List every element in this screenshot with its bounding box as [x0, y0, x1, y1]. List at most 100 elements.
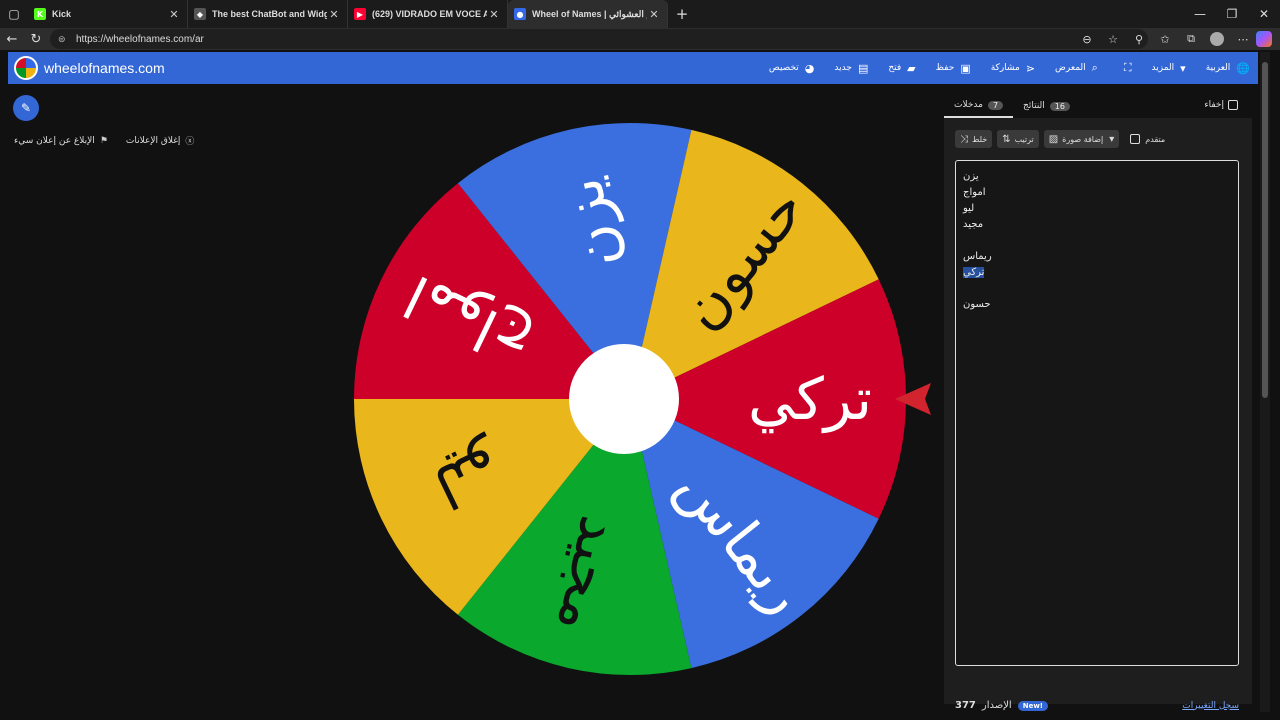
advanced-checkbox-box[interactable]	[1130, 134, 1141, 144]
nav-language-label: العربية	[1205, 63, 1231, 73]
site-info-icon[interactable]: ⊜	[58, 34, 72, 45]
nav-share[interactable]: ⋖ مشاركة	[991, 62, 1035, 75]
browser-tab[interactable]: ◆ The best ChatBot and Widgets for✕	[188, 0, 348, 28]
window-menu-icon[interactable]: ▢	[0, 0, 28, 28]
back-icon[interactable]: ←	[0, 28, 24, 50]
tab-entries[interactable]: مدخلات 7	[944, 94, 1014, 118]
page-scrollbar-thumb[interactable]	[1262, 62, 1268, 398]
tab-favicon-icon: ●	[514, 8, 526, 20]
panel-footer: 377 الإصدار New! سجل التغييرات	[955, 700, 1239, 711]
tab-close-icon[interactable]: ✕	[167, 8, 181, 21]
wheel-svg[interactable]: تركيريماسمجيدليوامواجيزن حسون	[354, 123, 906, 675]
tabs-container: KKick✕◆The best ChatBot and Widgets for✕…	[28, 0, 668, 28]
profile-avatar[interactable]	[1210, 32, 1224, 46]
favorites-icon[interactable]: ✩	[1152, 33, 1178, 46]
shuffle-label: خلط	[972, 134, 988, 144]
tab-favicon-icon: ◆	[194, 8, 206, 20]
browser-tab[interactable]: K Kick ✕	[28, 0, 188, 28]
nav-gallery[interactable]: ⌕ المعرض	[1055, 61, 1098, 75]
pointer-shape	[895, 383, 931, 415]
copilot-icon[interactable]	[1256, 31, 1272, 47]
minimize-icon[interactable]: —	[1184, 0, 1216, 28]
nav-language[interactable]: 🌐 العربية	[1206, 62, 1250, 75]
wheel[interactable]: تركي ريماس مجيد ليو امواج يزن حسون	[354, 123, 906, 675]
browser-toolbar-right: ⊖ ☆ ⚲ ✩ ⧉ ⋯	[1074, 28, 1272, 50]
tab-title: The best ChatBot and Widgets for	[212, 9, 327, 19]
advanced-label: متقدم	[1145, 134, 1166, 144]
save-icon: ▣	[960, 61, 971, 75]
site-navbar: wheelofnames.com 🌐 العربية ▾ المزيد ⛶ ⌕ المعرض…	[8, 52, 1258, 84]
nav-more[interactable]: ▾ المزيد	[1152, 62, 1186, 75]
entry-line	[963, 235, 1231, 251]
site-logo[interactable]: wheelofnames.com	[14, 56, 165, 80]
entry-line: يزن	[963, 171, 1231, 187]
tab-title: Kick	[52, 9, 72, 19]
version-info: 377 الإصدار New!	[955, 700, 1048, 711]
entries-textarea[interactable]: يزن امواج ليو مجيد ريماس تركي حسون	[955, 160, 1239, 666]
close-ads-label: إغلاق الإعلانات	[125, 135, 181, 146]
entry-text: ريماس	[963, 251, 992, 262]
wheel-center-hub[interactable]	[569, 344, 679, 454]
changelog-link[interactable]: سجل التغييرات	[1182, 701, 1239, 711]
sort-icon: ⇅	[1002, 133, 1011, 145]
url-field[interactable]: ⊜ https://wheelofnames.com/ar	[50, 29, 1148, 49]
add-image-button[interactable]: ▨ إضافة صورة ▾	[1043, 130, 1120, 148]
version-number: 377	[955, 700, 976, 711]
wheel-segment-label: تركي	[748, 365, 872, 434]
tab-close-icon[interactable]: ✕	[487, 8, 501, 21]
edit-pencil-button[interactable]: ✎	[13, 95, 39, 121]
hide-checkbox-box[interactable]	[1228, 100, 1238, 110]
reload-icon[interactable]: ↻	[24, 28, 48, 50]
tab-entries-label: مدخلات	[954, 100, 983, 110]
favorite-star-icon[interactable]: ☆	[1100, 33, 1126, 46]
close-window-icon[interactable]: ✕	[1248, 0, 1280, 28]
tab-close-icon[interactable]: ✕	[647, 8, 661, 21]
nav-save[interactable]: ▣ حفظ	[936, 62, 971, 75]
nav-customize[interactable]: ◕ تخصيص	[769, 62, 814, 75]
close-circle-icon: ⓧ	[185, 137, 195, 147]
advanced-checkbox[interactable]: متقدم	[1130, 134, 1165, 144]
sort-label: ترتيب	[1014, 134, 1034, 144]
browser-tab-strip: ▢ K Kick ✕ ◆ The best ChatBot and Widgets fo…	[0, 0, 1280, 28]
entries-toolbar: ⤨ خلط ⇅ ترتيب ▨ إضافة صورة ▾ متقدم	[955, 130, 1165, 148]
chevron-down-icon: ▾	[1180, 61, 1186, 75]
tab-results[interactable]: النتائج 16	[1013, 94, 1080, 118]
tab-close-icon[interactable]: ✕	[327, 8, 341, 21]
menu-icon[interactable]: ⋯	[1230, 33, 1256, 46]
globe-icon: 🌐	[1236, 61, 1250, 75]
entry-line: تركي	[963, 267, 1231, 283]
logo-wheel-icon	[14, 56, 38, 80]
close-ads-link[interactable]: ⓧ إغلاق الإعلانات	[125, 134, 195, 148]
hide-checkbox[interactable]: إخفاء	[1204, 100, 1238, 110]
results-count-badge: 16	[1049, 101, 1070, 111]
browser-tab[interactable]: ● Wheel of Names | الاسم العشوائي✕	[508, 0, 668, 28]
folder-icon: ▰	[907, 61, 916, 75]
nav-open[interactable]: ▰ فتح	[888, 62, 915, 75]
maximize-icon[interactable]: ❐	[1216, 0, 1248, 28]
url-text: https://wheelofnames.com/ar	[76, 33, 204, 45]
tab-favicon-icon: K	[34, 8, 46, 20]
nav-customize-label: تخصيص	[768, 63, 799, 73]
sort-button[interactable]: ⇅ ترتيب	[997, 130, 1039, 148]
image-icon: ▨	[1048, 133, 1059, 145]
new-tab-button[interactable]: +	[668, 0, 696, 28]
tracking-icon[interactable]: ⊖	[1074, 33, 1100, 46]
window-controls: — ❐ ✕	[1184, 0, 1280, 28]
report-ad-link[interactable]: ⚑ الإبلاغ عن إعلان سيء	[14, 134, 108, 147]
nav-fullscreen[interactable]: ⛶	[1118, 61, 1132, 75]
report-ad-label: الإبلاغ عن إعلان سيء	[14, 135, 95, 146]
shuffle-button[interactable]: ⤨ خلط	[955, 130, 993, 148]
entry-line: مجيد	[963, 219, 1231, 235]
collections-icon[interactable]: ⧉	[1178, 32, 1204, 46]
flag-icon: ⚑	[99, 135, 108, 146]
entry-text: يزن	[963, 171, 979, 182]
nav-new[interactable]: ▤ جديد	[834, 62, 868, 75]
entry-line: امواج	[963, 187, 1231, 203]
extensions-icon[interactable]: ⚲	[1126, 33, 1152, 46]
version-label: الإصدار	[981, 700, 1012, 711]
nav-share-label: مشاركة	[990, 63, 1020, 73]
share-icon: ⋖	[1025, 61, 1035, 75]
palette-icon: ◕	[804, 61, 815, 75]
browser-tab[interactable]: ▶ (629) VIDRADO EM VOCE ARABIC✕	[348, 0, 508, 28]
wheel-pointer-icon	[895, 383, 931, 415]
